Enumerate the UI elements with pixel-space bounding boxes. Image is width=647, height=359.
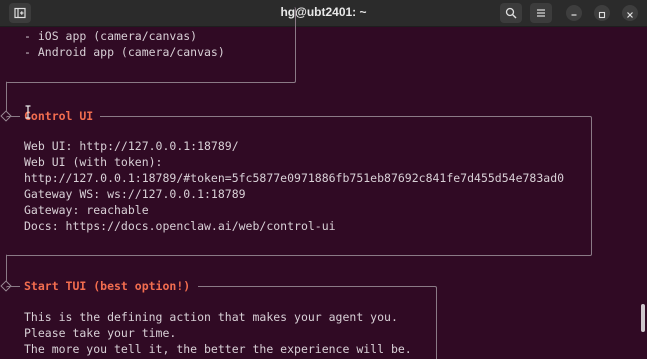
control-ui-line-2: Web UI (with token): bbox=[24, 155, 163, 169]
terminal-window: hg@ubt2401: ~ - iOS app (camera/canvas) … bbox=[0, 0, 647, 359]
close-icon bbox=[626, 4, 634, 23]
menu-button[interactable] bbox=[530, 3, 552, 23]
maximize-button[interactable] bbox=[594, 5, 610, 21]
hamburger-menu-icon bbox=[535, 4, 547, 23]
start-tui-line-2: Please take your time. bbox=[24, 326, 177, 340]
start-tui-line-3: The more you tell it, the better the exp… bbox=[24, 342, 412, 356]
control-ui-heading: Control UI bbox=[24, 109, 94, 123]
search-button[interactable] bbox=[500, 3, 522, 23]
control-ui-line-4: Gateway WS: ws://127.0.0.1:18789 bbox=[24, 187, 246, 201]
text-cursor-icon bbox=[24, 105, 32, 119]
control-ui-line-1: Web UI: http://127.0.0.1:18789/ bbox=[24, 139, 239, 153]
start-tui-heading: Start TUI (best option!) bbox=[24, 279, 191, 293]
apps-line-2: - Android app (camera/canvas) bbox=[24, 45, 225, 59]
close-button[interactable] bbox=[622, 5, 638, 21]
apps-line-1: - iOS app (camera/canvas) bbox=[24, 29, 198, 43]
control-ui-line-6: Docs: https://docs.openclaw.ai/web/contr… bbox=[24, 219, 336, 233]
search-icon bbox=[505, 4, 517, 23]
minimize-icon bbox=[570, 4, 578, 23]
control-ui-line-3: http://127.0.0.1:18789/#token=5fc5877e09… bbox=[24, 171, 565, 185]
maximize-icon bbox=[598, 4, 606, 23]
terminal-output[interactable]: - iOS app (camera/canvas) - Android app … bbox=[0, 7, 647, 359]
scrollbar-thumb[interactable] bbox=[641, 304, 645, 332]
control-ui-line-5: Gateway: reachable bbox=[24, 203, 149, 217]
minimize-button[interactable] bbox=[566, 5, 582, 21]
start-tui-line-1: This is the defining action that makes y… bbox=[24, 310, 398, 324]
